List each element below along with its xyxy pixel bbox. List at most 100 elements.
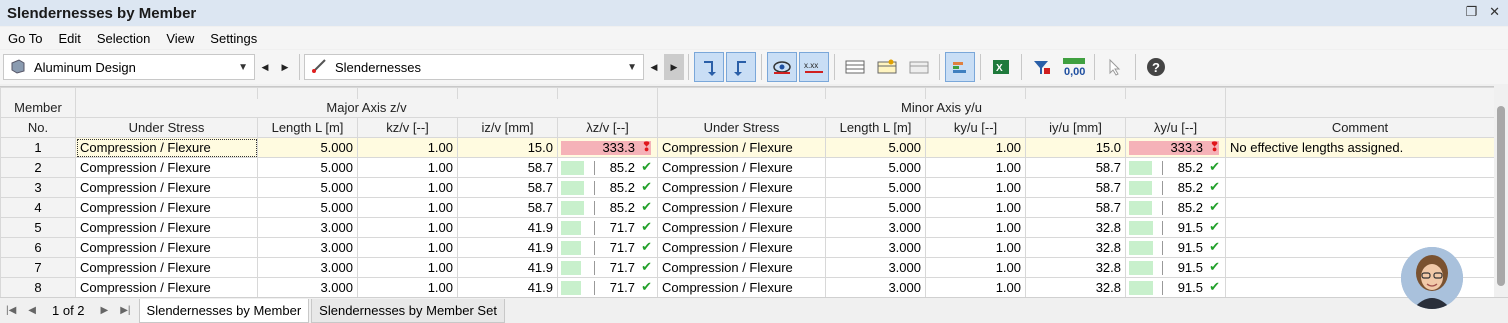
minor-i[interactable]: 15.0 <box>1025 137 1126 158</box>
first-page-icon[interactable]: |◀ <box>0 305 22 316</box>
next-module-button[interactable]: ▶ <box>275 54 295 80</box>
minor-k[interactable]: 1.00 <box>925 257 1026 278</box>
major-length[interactable]: 5.000 <box>257 157 358 178</box>
col-minor-under-stress[interactable]: Under Stress <box>657 117 826 138</box>
comment[interactable] <box>1225 157 1494 178</box>
col-comment[interactable]: Comment <box>1225 117 1494 138</box>
major-i[interactable]: 41.9 <box>457 257 558 278</box>
close-icon[interactable]: ✕ <box>1489 4 1500 20</box>
table-settings-icon[interactable] <box>904 52 934 82</box>
major-length[interactable]: 3.000 <box>257 277 358 297</box>
minor-lambda[interactable]: 85.2 ✔ <box>1125 177 1226 198</box>
values-icon[interactable]: x.xx <box>799 52 829 82</box>
next-page-icon[interactable]: ▶ <box>95 305 115 316</box>
major-under-stress[interactable]: Compression / Flexure <box>75 177 258 198</box>
major-under-stress[interactable]: Compression / Flexure <box>75 137 258 158</box>
minor-under-stress[interactable]: Compression / Flexure <box>657 217 826 238</box>
major-under-stress[interactable]: Compression / Flexure <box>75 197 258 218</box>
member-no[interactable]: 5 <box>0 217 76 238</box>
chart-icon[interactable] <box>945 52 975 82</box>
jump-forward-icon[interactable] <box>726 52 756 82</box>
assistant-avatar[interactable] <box>1401 247 1463 309</box>
minor-k[interactable]: 1.00 <box>925 217 1026 238</box>
major-k[interactable]: 1.00 <box>357 177 458 198</box>
vertical-scrollbar[interactable] <box>1494 86 1508 297</box>
col-minor-i[interactable]: iy/u [mm] <box>1025 117 1126 138</box>
major-lambda[interactable]: 85.2 ✔ <box>557 177 658 198</box>
minor-lambda[interactable]: 91.5 ✔ <box>1125 277 1226 297</box>
menu-go-to[interactable]: Go To <box>8 31 42 46</box>
major-i[interactable]: 58.7 <box>457 157 558 178</box>
table-row[interactable]: 2 Compression / Flexure 5.000 1.00 58.7 85.2 ✔… <box>0 157 1494 178</box>
visibility-icon[interactable] <box>767 52 797 82</box>
last-page-icon[interactable]: ▶| <box>114 305 136 316</box>
major-i[interactable]: 41.9 <box>457 217 558 238</box>
major-length[interactable]: 5.000 <box>257 177 358 198</box>
scrollbar-thumb[interactable] <box>1497 106 1505 286</box>
table-row[interactable]: 6 Compression / Flexure 3.000 1.00 41.9 71.7 ✔… <box>0 237 1494 258</box>
col-minor-k[interactable]: ky/u [--] <box>925 117 1026 138</box>
select-pointer-icon[interactable] <box>1100 52 1130 82</box>
major-length[interactable]: 3.000 <box>257 257 358 278</box>
help-icon[interactable]: ? <box>1141 52 1171 82</box>
col-minor-length[interactable]: Length L [m] <box>825 117 926 138</box>
member-no[interactable]: 8 <box>0 277 76 297</box>
result-combo[interactable]: Slendernesses ▼ <box>304 54 644 80</box>
major-lambda[interactable]: 71.7 ✔ <box>557 237 658 258</box>
major-under-stress[interactable]: Compression / Flexure <box>75 217 258 238</box>
minor-i[interactable]: 58.7 <box>1025 197 1126 218</box>
major-i[interactable]: 15.0 <box>457 137 558 158</box>
minor-k[interactable]: 1.00 <box>925 157 1026 178</box>
major-under-stress[interactable]: Compression / Flexure <box>75 157 258 178</box>
table-icon[interactable] <box>840 52 870 82</box>
major-lambda[interactable]: 71.7 ✔ <box>557 217 658 238</box>
comment[interactable] <box>1225 217 1494 238</box>
col-major-i[interactable]: iz/v [mm] <box>457 117 558 138</box>
minor-length[interactable]: 3.000 <box>825 217 926 238</box>
major-under-stress[interactable]: Compression / Flexure <box>75 257 258 278</box>
minor-k[interactable]: 1.00 <box>925 177 1026 198</box>
prev-page-icon[interactable]: ◀ <box>22 305 42 316</box>
major-lambda[interactable]: 85.2 ✔ <box>557 197 658 218</box>
jump-back-icon[interactable] <box>694 52 724 82</box>
minor-under-stress[interactable]: Compression / Flexure <box>657 137 826 158</box>
major-k[interactable]: 1.00 <box>357 197 458 218</box>
minor-i[interactable]: 32.8 <box>1025 257 1126 278</box>
comment[interactable]: No effective lengths assigned. <box>1225 137 1494 158</box>
menu-view[interactable]: View <box>166 31 194 46</box>
comment[interactable] <box>1225 237 1494 258</box>
major-i[interactable]: 41.9 <box>457 277 558 297</box>
table-row[interactable]: 3 Compression / Flexure 5.000 1.00 58.7 85.2 ✔… <box>0 177 1494 198</box>
major-k[interactable]: 1.00 <box>357 277 458 297</box>
prev-result-button[interactable]: ◀ <box>644 54 664 80</box>
minor-lambda[interactable]: 85.2 ✔ <box>1125 157 1226 178</box>
major-under-stress[interactable]: Compression / Flexure <box>75 277 258 297</box>
major-lambda[interactable]: 71.7 ✔ <box>557 277 658 297</box>
minor-lambda[interactable]: 91.5 ✔ <box>1125 217 1226 238</box>
major-under-stress[interactable]: Compression / Flexure <box>75 237 258 258</box>
minor-i[interactable]: 58.7 <box>1025 177 1126 198</box>
minor-under-stress[interactable]: Compression / Flexure <box>657 237 826 258</box>
minor-length[interactable]: 5.000 <box>825 137 926 158</box>
col-major-k[interactable]: kz/v [--] <box>357 117 458 138</box>
major-i[interactable]: 58.7 <box>457 177 558 198</box>
minor-length[interactable]: 5.000 <box>825 157 926 178</box>
member-no[interactable]: 3 <box>0 177 76 198</box>
col-minor-lambda[interactable]: λy/u [--] <box>1125 117 1226 138</box>
table-row[interactable]: 7 Compression / Flexure 3.000 1.00 41.9 71.7 ✔… <box>0 257 1494 278</box>
major-i[interactable]: 41.9 <box>457 237 558 258</box>
table-row[interactable]: 4 Compression / Flexure 5.000 1.00 58.7 85.2 ✔… <box>0 197 1494 218</box>
minor-length[interactable]: 5.000 <box>825 177 926 198</box>
table-row[interactable]: 5 Compression / Flexure 3.000 1.00 41.9 71.7 ✔… <box>0 217 1494 238</box>
minor-k[interactable]: 1.00 <box>925 197 1026 218</box>
minor-under-stress[interactable]: Compression / Flexure <box>657 157 826 178</box>
col-major-lambda[interactable]: λz/v [--] <box>557 117 658 138</box>
major-k[interactable]: 1.00 <box>357 217 458 238</box>
menu-selection[interactable]: Selection <box>97 31 150 46</box>
next-result-button[interactable]: ▶ <box>664 54 684 80</box>
member-no[interactable]: 7 <box>0 257 76 278</box>
minor-under-stress[interactable]: Compression / Flexure <box>657 257 826 278</box>
minor-i[interactable]: 32.8 <box>1025 277 1126 297</box>
member-no[interactable]: 1 <box>0 137 76 158</box>
minor-k[interactable]: 1.00 <box>925 237 1026 258</box>
